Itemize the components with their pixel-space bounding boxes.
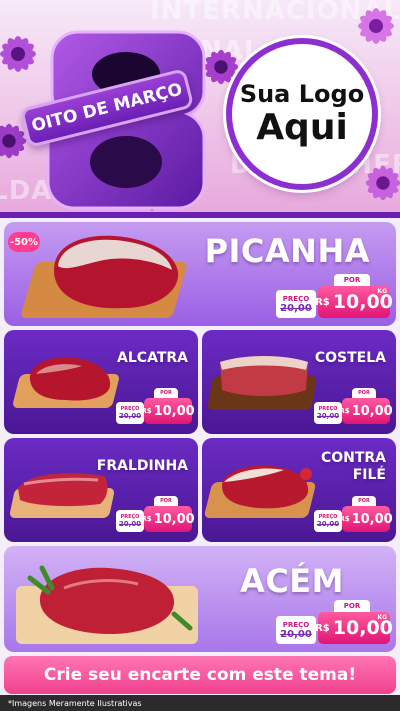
product-card-fraldinha[interactable]: FRALDINHA PREÇO 20,00 POR R$ 10,00 bbox=[4, 438, 198, 542]
currency: R$ bbox=[315, 622, 330, 634]
product-title: PICANHA bbox=[204, 232, 370, 270]
old-price-value: 20,00 bbox=[316, 520, 340, 528]
old-price-value: 20,00 bbox=[316, 412, 340, 420]
costela-image bbox=[220, 356, 308, 396]
old-price-box: PREÇO 20,00 bbox=[276, 290, 316, 318]
header-banner: INTERNACIONAL DA MU NAL DA MULHER ALDA M… bbox=[0, 0, 400, 218]
alcatra-image bbox=[29, 357, 111, 401]
unit-label: KG bbox=[377, 614, 387, 621]
logo-text-line2: Aqui bbox=[256, 107, 348, 148]
old-price-value: 20,00 bbox=[118, 520, 142, 528]
flower-icon bbox=[0, 36, 36, 72]
product-card-picanha[interactable]: PICANHA PREÇO 20,00 POR R$ 10,00 KG bbox=[4, 222, 396, 326]
old-price-label: PREÇO bbox=[282, 294, 310, 303]
product-title: ACÉM bbox=[240, 562, 344, 600]
product-title-line1: CONTRA bbox=[320, 450, 386, 466]
currency: R$ bbox=[339, 515, 350, 523]
logo-text-line1: Sua Logo bbox=[239, 80, 365, 108]
price-tag: PREÇO 20,00 POR R$ 10,00 KG bbox=[276, 600, 393, 644]
product-title: COSTELA bbox=[314, 350, 386, 366]
new-price-value: 10,00 bbox=[351, 511, 393, 527]
por-label: POR bbox=[334, 600, 370, 612]
old-price-value: 20,00 bbox=[280, 302, 312, 314]
por-label: POR bbox=[352, 496, 376, 506]
currency: R$ bbox=[141, 515, 152, 523]
new-price-value: 10,00 bbox=[153, 403, 195, 419]
new-price-value: 10,00 bbox=[153, 511, 195, 527]
product-title: FRALDINHA bbox=[96, 458, 188, 474]
header-divider bbox=[0, 212, 400, 218]
new-price-box: R$ 10,00 bbox=[339, 398, 393, 424]
disclaimer: *Imagens Meramente Ilustrativas bbox=[0, 695, 400, 711]
price-tag: PREÇO 20,00 POR R$ 10,00 KG bbox=[276, 274, 393, 318]
old-price-value: 20,00 bbox=[118, 412, 142, 420]
new-price-box: R$ 10,00 bbox=[339, 506, 393, 532]
old-price-value: 20,00 bbox=[280, 628, 312, 640]
unit-label: KG bbox=[377, 288, 387, 295]
old-price-box: PREÇO 20,00 bbox=[276, 616, 316, 644]
por-label: POR bbox=[334, 274, 370, 286]
product-card-acem[interactable]: ACÉM PREÇO 20,00 POR R$ 10,00 KG bbox=[4, 546, 396, 652]
create-flyer-button[interactable]: Crie seu encarte com este tema! bbox=[4, 656, 396, 694]
old-price-box: PREÇO 20,00 bbox=[116, 510, 144, 532]
old-price-box: PREÇO 20,00 bbox=[314, 510, 342, 532]
price-tag: PREÇO 20,00 POR R$ 10,00 bbox=[116, 496, 195, 532]
new-price-box: R$ 10,00 bbox=[141, 506, 195, 532]
product-card-alcatra[interactable]: ALCATRA PREÇO 20,00 POR R$ 10,00 bbox=[4, 330, 198, 434]
acem-image bbox=[27, 565, 193, 634]
por-label: POR bbox=[352, 388, 376, 398]
product-card-contrafile[interactable]: CONTRA FILÉ PREÇO 20,00 POR R$ 10,00 bbox=[202, 438, 396, 542]
product-title: ALCATRA bbox=[117, 350, 188, 366]
product-card-costela[interactable]: COSTELA PREÇO 20,00 POR R$ 10,00 bbox=[202, 330, 396, 434]
new-price-box: R$ 10,00 bbox=[141, 398, 195, 424]
por-label: POR bbox=[154, 388, 178, 398]
flower-icon bbox=[358, 8, 394, 44]
por-label: POR bbox=[154, 496, 178, 506]
new-price-value: 10,00 bbox=[351, 403, 393, 419]
price-tag: PREÇO 20,00 POR R$ 10,00 bbox=[314, 496, 393, 532]
product-title-line2: FILÉ bbox=[352, 467, 386, 483]
currency: R$ bbox=[141, 407, 152, 415]
flower-icon bbox=[365, 165, 400, 201]
old-price-label: PREÇO bbox=[282, 620, 310, 629]
contrafile-image bbox=[222, 465, 312, 509]
logo-placeholder[interactable]: Sua Logo Aqui bbox=[226, 38, 378, 190]
price-tag: PREÇO 20,00 POR R$ 10,00 bbox=[314, 388, 393, 424]
discount-badge: -50% bbox=[8, 232, 40, 252]
picanha-image bbox=[54, 235, 179, 309]
currency: R$ bbox=[339, 407, 350, 415]
product-title: CONTRA FILÉ bbox=[321, 450, 386, 484]
old-price-box: PREÇO 20,00 bbox=[116, 402, 144, 424]
old-price-box: PREÇO 20,00 bbox=[314, 402, 342, 424]
price-tag: PREÇO 20,00 POR R$ 10,00 bbox=[116, 388, 195, 424]
currency: R$ bbox=[315, 296, 330, 308]
